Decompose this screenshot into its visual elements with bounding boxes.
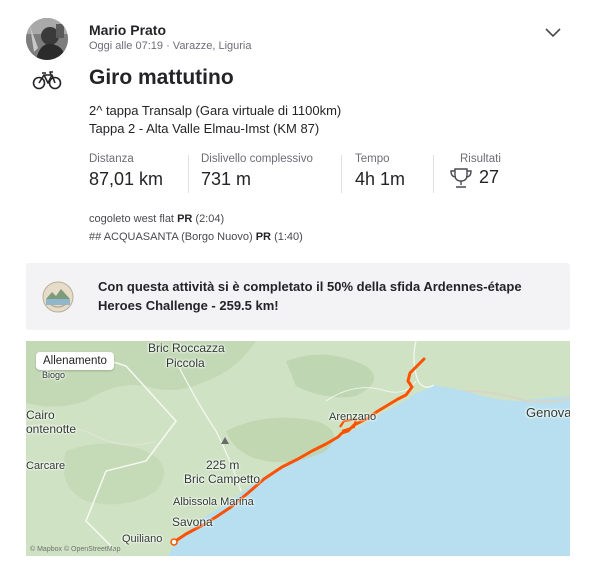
segment-time: (2:04) [195, 213, 225, 225]
stat-time: Tempo 4h 1m [355, 153, 405, 190]
stat-achievements-label: Risultati [460, 153, 501, 165]
stat-achievements-row: 27 [449, 167, 501, 189]
stat-divider [433, 155, 434, 193]
stat-elevation-label: Dislivello complessivo [201, 153, 313, 165]
meta-separator: · [166, 40, 170, 52]
stat-distance-label: Distanza [89, 153, 134, 165]
map-label: Quiliano [122, 533, 163, 545]
activity-type-pill: Allenamento [36, 352, 114, 370]
activity-location: Varazze, Liguria [172, 40, 252, 52]
avatar[interactable] [26, 18, 68, 60]
avatar-image [26, 18, 68, 60]
map-label: Genova [526, 405, 570, 420]
map-label: Arenzano [329, 411, 377, 423]
route-start [170, 538, 178, 546]
segment-name: ACQUASANTA (Borgo Nuovo) [103, 231, 253, 243]
trophy-icon [450, 168, 472, 188]
map-label: ontenotte [26, 422, 77, 436]
map-label: Biogo [42, 370, 66, 380]
map-label: Carcare [26, 460, 66, 472]
stat-achievements-value: 27 [479, 167, 500, 187]
map-label: Cairo [26, 408, 55, 422]
chevron-down-icon[interactable] [544, 26, 562, 38]
segment-row[interactable]: ## ACQUASANTA (Borgo Nuovo) PR (1:40) [89, 231, 303, 243]
stat-elevation: Dislivello complessivo 731 m [201, 153, 313, 190]
stat-distance-value: 87,01 km [89, 169, 164, 189]
pr-badge: PR [255, 231, 271, 243]
pr-badge: PR [177, 213, 193, 225]
stat-time-value: 4h 1m [355, 169, 406, 189]
map-label: Savona [172, 515, 213, 529]
stat-distance: Distanza 87,01 km [89, 153, 163, 190]
map-graphic [26, 341, 570, 556]
stat-elevation-value: 731 m [201, 169, 252, 189]
activity-description: 2^ tappa Transalp (Gara virtuale di 1100… [89, 102, 341, 138]
challenge-badge-icon [42, 281, 74, 313]
challenge-text: Con questa attività si è completato il 5… [98, 279, 522, 313]
route-map[interactable]: Allenamento Bric Roccazza Piccola Biogo … [26, 341, 570, 556]
description-line-2: Tappa 2 - Alta Valle Elmau-Imst (KM 87) [89, 121, 320, 136]
map-label: Bric Campetto [184, 472, 261, 486]
segment-name: cogoleto west flat [89, 213, 174, 225]
activity-time: Oggi alle 07:19 [89, 40, 163, 52]
map-label: Bric Roccazza [148, 341, 225, 355]
stat-time-label: Tempo [355, 153, 390, 165]
activity-meta: Oggi alle 07:19 · Varazze, Liguria [89, 40, 251, 52]
map-label: Piccola [166, 356, 205, 370]
map-attribution[interactable]: © Mapbox © OpenStreetMap [30, 546, 120, 553]
segment-prefix: ## [89, 231, 104, 243]
bike-icon [32, 71, 62, 90]
activity-card: Mario Prato Oggi alle 07:19 · Varazze, L… [0, 0, 595, 563]
challenge-banner[interactable]: Con questa attività si è completato il 5… [26, 263, 570, 330]
map-label: 225 m [206, 458, 240, 472]
segment-row[interactable]: cogoleto west flat PR (2:04) [89, 213, 224, 225]
stat-divider [188, 155, 189, 193]
map-label: Albissola Marina [173, 496, 254, 508]
stat-achievements[interactable]: Risultati 27 [449, 153, 501, 189]
description-line-1: 2^ tappa Transalp (Gara virtuale di 1100… [89, 103, 342, 118]
segment-time: (1:40) [274, 231, 303, 243]
athlete-name[interactable]: Mario Prato [89, 22, 166, 38]
activity-title[interactable]: Giro mattutino [89, 66, 234, 90]
stat-divider [341, 155, 342, 193]
